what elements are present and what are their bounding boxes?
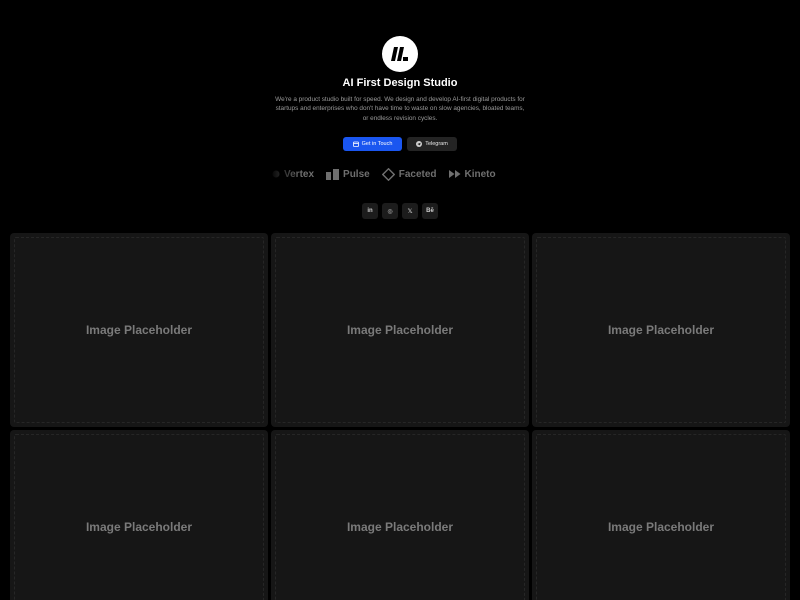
hero-section: AI First Design Studio We're a product s… xyxy=(0,0,800,232)
gallery-card[interactable]: Image Placeholder xyxy=(271,233,529,427)
brand-vertex: Vertex xyxy=(272,169,314,180)
get-in-touch-button[interactable]: Get in Touch xyxy=(343,137,402,151)
logo-mark-icon xyxy=(391,47,408,61)
cta-row: Get in Touch Telegram xyxy=(343,137,457,151)
image-placeholder-label: Image Placeholder xyxy=(346,323,454,337)
page-title: AI First Design Studio xyxy=(342,77,458,89)
brand-name: Vertex xyxy=(284,168,315,180)
social-links: in ◎ 𝕏 Bē xyxy=(362,203,438,219)
gallery-card[interactable]: Image Placeholder xyxy=(271,430,529,600)
brand-name: Faceted xyxy=(398,168,437,180)
page: AI First Design Studio We're a product s… xyxy=(0,0,800,600)
gallery-card[interactable]: Image Placeholder xyxy=(532,233,790,427)
studio-logo-icon[interactable] xyxy=(382,36,418,72)
image-placeholder-label: Image Placeholder xyxy=(85,323,193,337)
get-in-touch-label: Get in Touch xyxy=(361,141,393,147)
brand-faceted: Faceted xyxy=(381,167,437,181)
gallery-card[interactable]: Image Placeholder xyxy=(10,430,268,600)
image-placeholder-label: Image Placeholder xyxy=(607,520,715,534)
image-placeholder-label: Image Placeholder xyxy=(346,520,454,534)
fast-forward-icon xyxy=(448,170,461,178)
gallery-card[interactable]: Image Placeholder xyxy=(532,430,790,600)
brand-pulse: Pulse xyxy=(326,168,370,180)
behance-icon[interactable]: Bē xyxy=(422,203,438,219)
image-placeholder-label: Image Placeholder xyxy=(607,323,715,337)
telegram-label: Telegram xyxy=(425,141,448,147)
telegram-button[interactable]: Telegram xyxy=(407,137,457,151)
linkedin-icon[interactable]: in xyxy=(362,203,378,219)
page-description: We're a product studio built for speed. … xyxy=(275,96,525,122)
calendar-icon xyxy=(352,141,359,147)
brand-logos: Vertex Pulse Faceted Kineto xyxy=(272,165,528,183)
image-placeholder-label: Image Placeholder xyxy=(85,520,193,534)
diamond-icon xyxy=(381,167,395,181)
bars-icon xyxy=(326,168,340,180)
brand-name: Kineto xyxy=(464,168,496,180)
image-gallery: Image Placeholder Image Placeholder Imag… xyxy=(10,233,790,600)
telegram-icon xyxy=(416,141,423,147)
dot-icon xyxy=(272,170,280,178)
brand-name: Pulse xyxy=(343,168,370,180)
x-icon[interactable]: 𝕏 xyxy=(402,203,418,219)
brand-kineto: Kineto xyxy=(448,168,496,180)
dribbble-icon[interactable]: ◎ xyxy=(382,203,398,219)
gallery-card[interactable]: Image Placeholder xyxy=(10,233,268,427)
